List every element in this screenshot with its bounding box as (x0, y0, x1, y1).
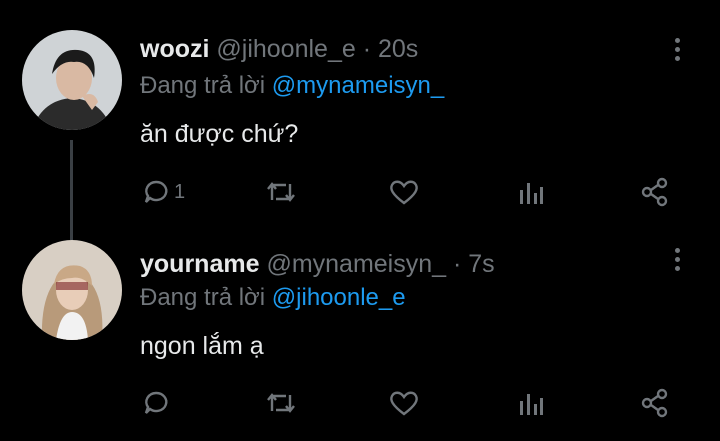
reply-count: 1 (174, 180, 186, 203)
like-icon (390, 180, 418, 205)
retweet-icon (267, 182, 295, 202)
tweet-header: woozi @jihoonle_e · 20s (140, 35, 418, 64)
tweet-actions (0, 383, 720, 423)
reply-button[interactable] (142, 383, 174, 423)
replying-to: Đang trả lời @jihoonle_e (140, 284, 406, 312)
replying-to-label: Đang trả lời (140, 284, 266, 311)
analytics-button[interactable] (518, 172, 544, 212)
tweet-text: ăn được chứ? (140, 120, 299, 148)
like-button[interactable] (388, 172, 420, 212)
reply-icon (144, 180, 168, 203)
timestamp[interactable]: · 7s (453, 250, 495, 278)
analytics-icon (520, 183, 543, 204)
replying-to-label: Đang trả lời (140, 72, 266, 99)
display-name[interactable]: yourname (140, 250, 259, 278)
display-name[interactable]: woozi (140, 35, 209, 63)
replying-to: Đang trả lời @mynameisyn_ (140, 72, 444, 100)
timestamp[interactable]: · 20s (363, 35, 419, 63)
tweet-actions: 1 (0, 172, 720, 212)
like-button[interactable] (388, 383, 420, 423)
more-icon[interactable] (670, 248, 684, 278)
reply-icon (144, 391, 168, 414)
analytics-button[interactable] (518, 383, 544, 423)
replying-to-link[interactable]: @jihoonle_e (272, 284, 406, 311)
tweet-text: ngon lắm ạ (140, 332, 264, 360)
username[interactable]: @mynameisyn_ (266, 250, 446, 278)
share-button[interactable] (640, 383, 670, 423)
tweet-header: yourname @mynameisyn_ · 7s (140, 250, 495, 279)
retweet-button[interactable] (264, 172, 298, 212)
reply-button[interactable]: 1 (142, 172, 185, 212)
share-icon (641, 177, 668, 207)
analytics-icon (520, 394, 543, 415)
retweet-icon (267, 393, 295, 413)
avatar[interactable] (22, 30, 122, 130)
like-icon (390, 391, 418, 416)
tweet-yourname[interactable]: yourname @mynameisyn_ · 7s Đang trả lời … (0, 230, 720, 441)
tweet-woozi[interactable]: woozi @jihoonle_e · 20s Đang trả lời @my… (0, 0, 720, 230)
share-button[interactable] (640, 172, 670, 212)
retweet-button[interactable] (264, 383, 298, 423)
more-icon[interactable] (670, 38, 684, 68)
replying-to-link[interactable]: @mynameisyn_ (272, 72, 444, 99)
username[interactable]: @jihoonle_e (216, 35, 355, 63)
avatar[interactable] (22, 240, 122, 340)
share-icon (641, 388, 668, 418)
